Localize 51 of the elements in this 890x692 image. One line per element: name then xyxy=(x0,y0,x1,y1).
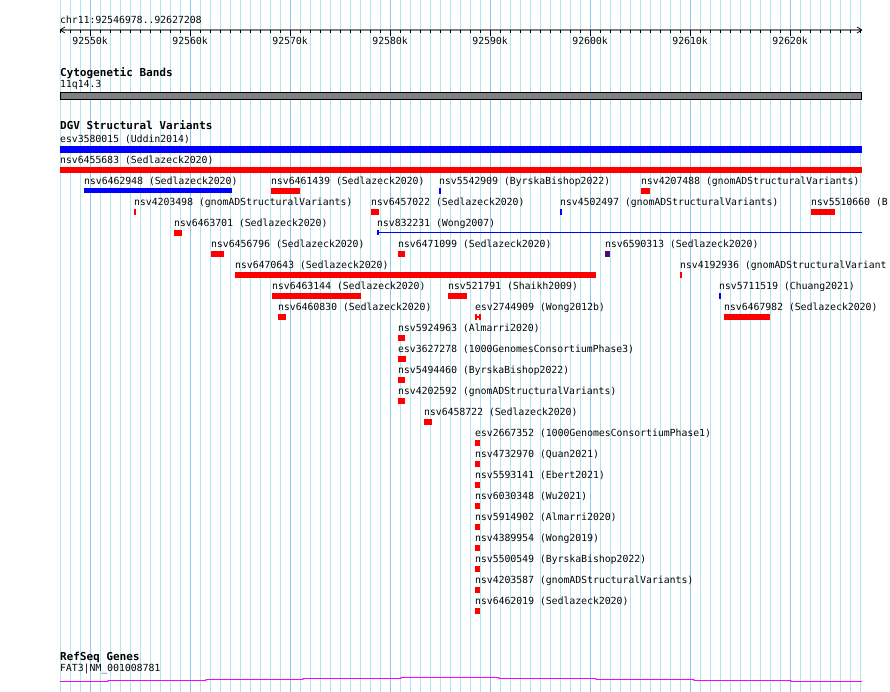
ruler-tick-label: 92560k xyxy=(172,36,208,48)
track-title: RefSeq Genes xyxy=(60,651,140,663)
ruler-tick-label: 92570k xyxy=(272,36,308,48)
variant-label: nsv832231 (Wong2007) xyxy=(377,218,495,229)
ruler-tick-label: 92600k xyxy=(572,36,608,48)
variant-label: nsv6455683 (Sedlazeck2020) xyxy=(60,155,214,166)
variant-label: nsv6456796 (Sedlazeck2020) xyxy=(211,239,364,250)
variant-label: nsv6460830 (Sedlazeck2020) xyxy=(278,302,432,313)
variant-label: nsv521791 (Shaikh2009) xyxy=(448,281,578,292)
variant-label: nsv5914902 (Almarri2020) xyxy=(475,512,617,523)
variant-label: nsv6461439 (Sedlazeck2020) xyxy=(271,176,424,187)
variant-label: nsv4502497 (gnomADStructuralVariants) xyxy=(560,197,778,208)
variant-label: nsv6458722 (Sedlazeck2020) xyxy=(424,407,578,418)
variant-label: nsv5494460 (ByrskaBishop2022) xyxy=(398,365,570,376)
variant-label: nsv5711519 (Chuang2021) xyxy=(719,281,855,292)
variant-label: nsv4192936 (gnomADStructuralVariant xyxy=(680,260,886,271)
variant-label: nsv5510660 (B xyxy=(811,197,888,208)
variant-label: nsv4207488 (gnomADStructuralVariants) xyxy=(641,176,860,187)
variant-label: esv2744909 (Wong2012b) xyxy=(475,302,605,313)
ruler-tick-label: 92550k xyxy=(72,36,108,48)
variant-label: nsv6463701 (Sedlazeck2020) xyxy=(174,218,328,229)
variant-label: nsv6457022 (Sedlazeck2020) xyxy=(371,197,524,208)
variant-label: nsv6462948 (Sedlazeck2020) xyxy=(84,176,238,187)
variant-label: nsv4203587 (gnomADStructuralVariants) xyxy=(475,575,694,586)
variant-label: nsv6470643 (Sedlazeck2020) xyxy=(235,260,388,271)
variant-label: nsv5542909 (ByrskaBishop2022) xyxy=(439,176,610,187)
variant-label: nsv6590313 (Sedlazeck2020) xyxy=(605,239,758,250)
variant-label: nsv6463144 (Sedlazeck2020) xyxy=(272,281,426,292)
variant-label: esv3580015 (Uddin2014) xyxy=(60,134,190,145)
variant-label: nsv5593141 (Ebert2021) xyxy=(475,470,605,481)
variant-label: nsv6467982 (Sedlazeck2020) xyxy=(724,302,878,313)
track-title: Cytogenetic Bands xyxy=(60,67,173,79)
variant-label: nsv6471099 (Sedlazeck2020) xyxy=(398,239,552,250)
variant-label: nsv6462019 (Sedlazeck2020) xyxy=(475,596,628,607)
ruler-tick-label: 92620k xyxy=(772,36,808,48)
gene-label: FAT3|NM_001008781 xyxy=(60,663,160,675)
variant-label: nsv4203498 (gnomADStructuralVariants) xyxy=(134,197,352,208)
variant-label: esv2667352 (1000GenomesConsortiumPhase1) xyxy=(475,428,711,439)
variant-label: nsv4202592 (gnomADStructuralVariants) xyxy=(398,386,616,397)
location-text: chr11:92546978..92627208 xyxy=(60,15,202,27)
variant-label: nsv5924963 (Almarri2020) xyxy=(398,323,540,334)
track-title: DGV Structural Variants xyxy=(60,120,212,132)
ruler-tick-label: 92590k xyxy=(472,36,508,48)
ruler-tick-label: 92580k xyxy=(372,36,408,48)
variant-label: nsv4389954 (Wong2019) xyxy=(475,533,599,544)
ruler-tick-label: 92610k xyxy=(672,36,708,48)
variant-label: nsv4732970 (Quan2021) xyxy=(475,449,599,460)
variant-label: esv3627278 (1000GenomesConsortiumPhase3) xyxy=(398,344,634,355)
band-label: 11q14.3 xyxy=(60,79,102,91)
variant-label: nsv5500549 (ByrskaBishop2022) xyxy=(475,554,646,565)
variant-label: nsv6030348 (Wu2021) xyxy=(475,491,588,502)
